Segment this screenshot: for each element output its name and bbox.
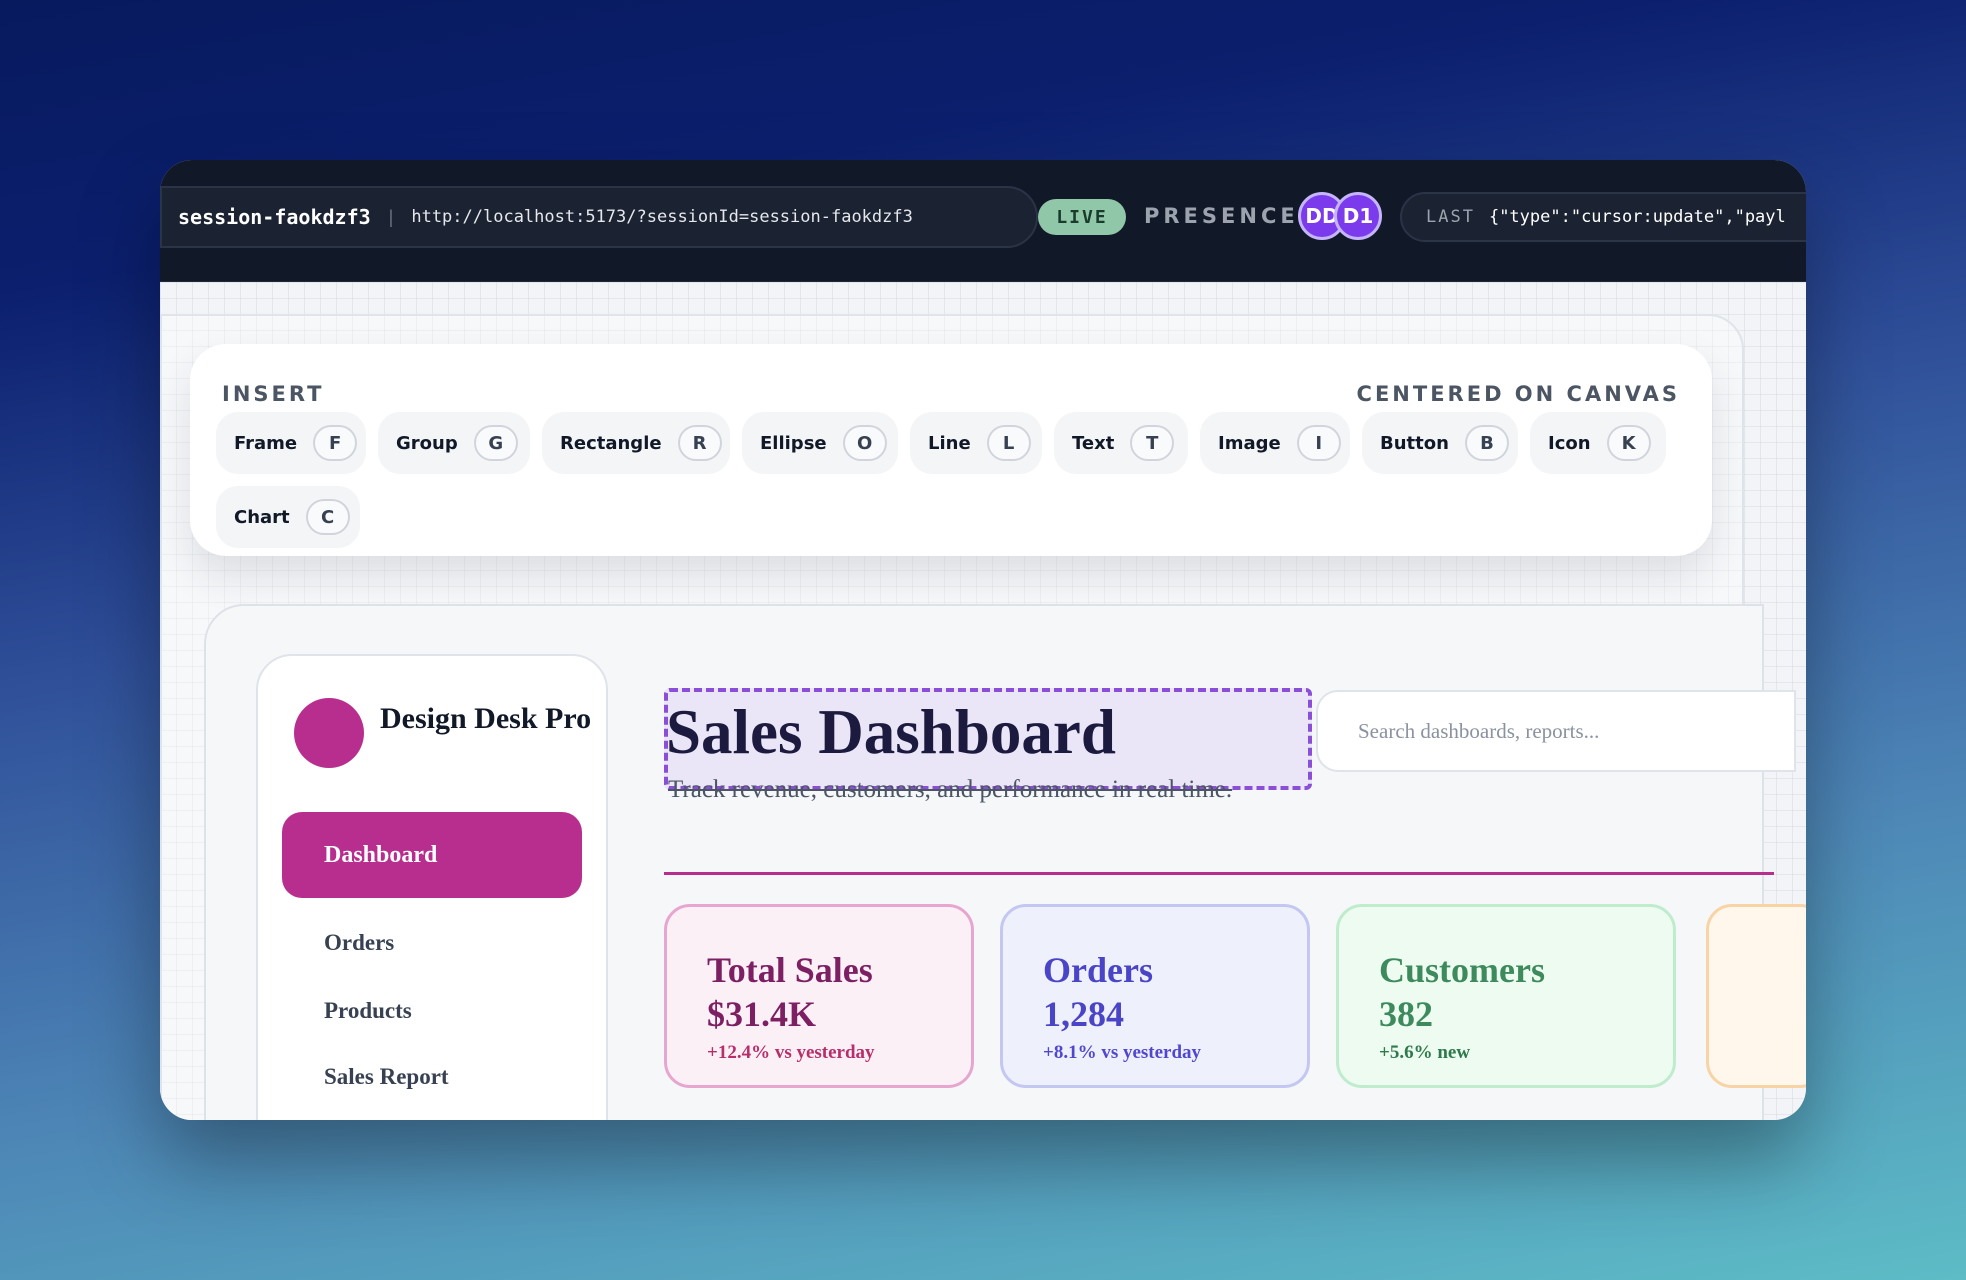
- brand-logo: [294, 698, 364, 768]
- design-frame[interactable]: Design Desk Pro Dashboard Orders Product…: [204, 604, 1806, 1120]
- stat-delta: +8.1% vs yesterday: [1043, 1042, 1202, 1063]
- tool-image-button[interactable]: Image I: [1200, 412, 1350, 474]
- stat-delta: +12.4% vs yesterday: [707, 1042, 875, 1063]
- nav-item-products[interactable]: Products: [324, 998, 412, 1024]
- tool-name: Text: [1072, 432, 1115, 454]
- tool-ellipse-button[interactable]: Ellipse O: [742, 412, 898, 474]
- session-url[interactable]: http://localhost:5173/?sessionId=session…: [411, 207, 913, 227]
- shortcut-key: L: [986, 425, 1031, 461]
- shortcut-key: O: [842, 425, 887, 461]
- separator: |: [388, 206, 394, 227]
- last-event-pill: LAST {"type":"cursor:update","payl: [1400, 192, 1806, 242]
- nav-item-sales-report[interactable]: Sales Report: [324, 1064, 449, 1090]
- shortcut-key: T: [1130, 425, 1175, 461]
- stat-card-total-sales[interactable]: Total Sales $31.4K +12.4% vs yesterday: [664, 904, 974, 1088]
- tool-name: Group: [396, 432, 458, 454]
- stat-label: Total Sales: [707, 950, 873, 990]
- page-title[interactable]: Sales Dashboard: [666, 696, 1116, 769]
- nav-item-orders[interactable]: Orders: [324, 930, 394, 956]
- stat-value: $31.4K: [707, 994, 817, 1034]
- tool-group-button[interactable]: Group G: [378, 412, 530, 474]
- stat-value: 382: [1379, 994, 1433, 1034]
- stat-label: Orders: [1043, 950, 1153, 990]
- stat-card-customers[interactable]: Customers 382 +5.6% new: [1336, 904, 1676, 1088]
- tool-name: Line: [928, 432, 971, 454]
- stat-card-partial[interactable]: [1706, 904, 1806, 1088]
- tool-name: Image: [1218, 432, 1281, 454]
- tool-name: Icon: [1548, 432, 1591, 454]
- last-event-label: LAST: [1426, 207, 1475, 227]
- shortcut-key: I: [1296, 425, 1341, 461]
- tool-chart-button[interactable]: Chart C: [216, 486, 360, 548]
- tool-icon-button[interactable]: Icon K: [1530, 412, 1666, 474]
- top-bar: session-faokdzf3 | http://localhost:5173…: [160, 160, 1806, 282]
- shortcut-key: G: [473, 425, 518, 461]
- insert-panel: INSERT CENTERED ON CANVAS Frame F Group …: [190, 344, 1712, 556]
- shortcut-key: K: [1606, 425, 1651, 461]
- tool-name: Frame: [234, 432, 298, 454]
- tool-line-button[interactable]: Line L: [910, 412, 1042, 474]
- stat-value: 1,284: [1043, 994, 1124, 1034]
- last-event-value: {"type":"cursor:update","payl: [1488, 207, 1786, 227]
- shortcut-key: F: [313, 425, 358, 461]
- stat-card-orders[interactable]: Orders 1,284 +8.1% vs yesterday: [1000, 904, 1310, 1088]
- session-url-pill[interactable]: session-faokdzf3 | http://localhost:5173…: [160, 186, 1038, 248]
- sidebar[interactable]: Design Desk Pro Dashboard Orders Product…: [256, 654, 608, 1120]
- divider: [664, 872, 1774, 875]
- brand-name: Design Desk Pro: [380, 702, 592, 735]
- tool-name: Chart: [234, 506, 290, 528]
- centered-on-canvas-label: CENTERED ON CANVAS: [1356, 382, 1680, 406]
- page-subtitle[interactable]: Track revenue, customers, and performanc…: [668, 776, 1232, 804]
- app-window: session-faokdzf3 | http://localhost:5173…: [160, 160, 1806, 1120]
- stat-delta: +5.6% new: [1379, 1042, 1471, 1063]
- shortcut-key: B: [1464, 425, 1509, 461]
- shortcut-key: R: [677, 425, 722, 461]
- tool-name: Ellipse: [760, 432, 827, 454]
- presence-label: PRESENCE: [1144, 204, 1299, 228]
- insert-title: INSERT: [222, 382, 325, 406]
- shortcut-key: C: [305, 499, 350, 535]
- avatar[interactable]: D1: [1334, 192, 1382, 240]
- live-badge: LIVE: [1038, 199, 1126, 235]
- search-input[interactable]: Search dashboards, reports...: [1316, 690, 1796, 772]
- stat-label: Customers: [1379, 950, 1545, 990]
- tool-name: Button: [1380, 432, 1449, 454]
- tool-frame-button[interactable]: Frame F: [216, 412, 366, 474]
- tool-name: Rectangle: [560, 432, 662, 454]
- tool-rectangle-button[interactable]: Rectangle R: [542, 412, 730, 474]
- tool-button-button[interactable]: Button B: [1362, 412, 1518, 474]
- session-id: session-faokdzf3: [178, 205, 371, 229]
- tool-text-button[interactable]: Text T: [1054, 412, 1188, 474]
- nav-item-dashboard[interactable]: Dashboard: [282, 812, 582, 898]
